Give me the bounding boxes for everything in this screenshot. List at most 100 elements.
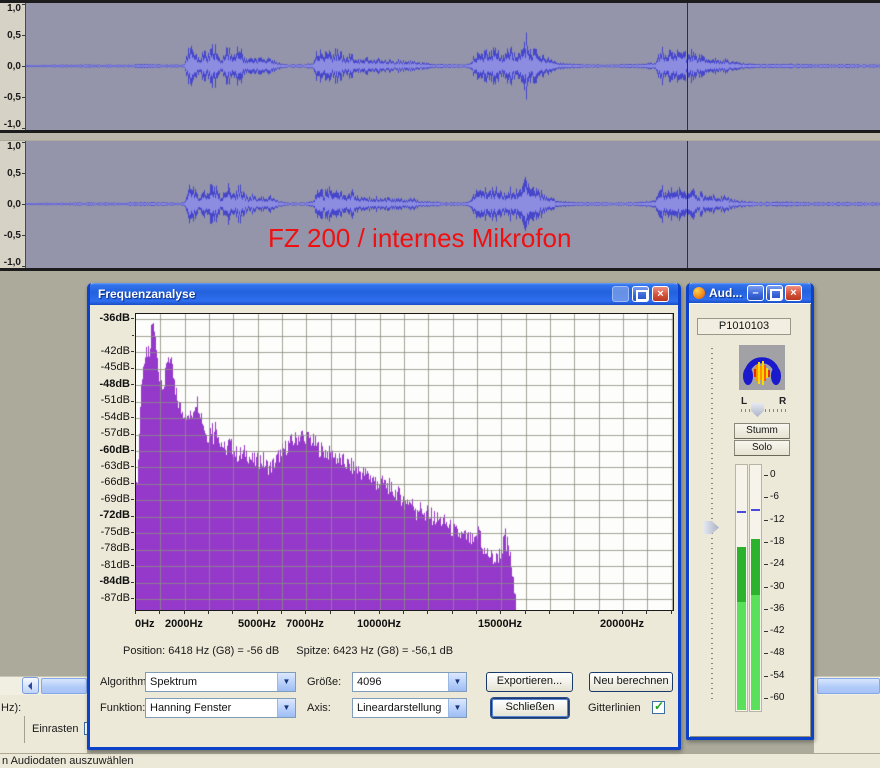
meter-scale-label: -12 (770, 515, 784, 525)
ruler-label: -0,5 (4, 230, 21, 241)
x-axis-label: 0Hz (135, 618, 155, 630)
ruler-tick (22, 66, 25, 67)
chevron-down-icon: ▼ (277, 699, 295, 717)
function-select[interactable]: Hanning Fenster ▼ (145, 698, 296, 718)
mixer-titlebar[interactable]: Aud... – × (689, 283, 811, 303)
meter-peak-hold (737, 511, 746, 513)
pan-slider-thumb[interactable] (751, 403, 764, 417)
ruler-tick (22, 235, 25, 236)
spectrum-x-ticks (135, 610, 672, 615)
scrollbar-thumb-right[interactable] (817, 678, 880, 694)
window-title: Frequenzanalyse (90, 283, 678, 305)
scrollbar-thumb-left[interactable] (41, 678, 87, 694)
chevron-down-icon: ▼ (277, 673, 295, 691)
ruler-tick (22, 97, 25, 98)
ruler-tick (22, 142, 25, 143)
maximize-button[interactable] (632, 286, 649, 302)
gridlines-checkbox[interactable] (652, 701, 665, 714)
x-axis-tick (549, 610, 550, 614)
size-select[interactable]: 4096 ▼ (352, 672, 467, 692)
maximize-icon (770, 289, 782, 300)
close-dialog-button[interactable]: Schließen (491, 698, 569, 718)
axis-select[interactable]: Lineardarstellung ▼ (352, 698, 467, 718)
ruler-label: 0,5 (7, 30, 21, 41)
ruler-label: -1,0 (4, 119, 21, 130)
mixer-maximize-button[interactable] (766, 285, 783, 301)
mixer-board-window: Aud... – × P1010103 (686, 283, 814, 740)
meter-scale-tick (764, 475, 768, 476)
amplitude-ruler-2[interactable]: 1,00,50,0-0,5-1,0 (0, 141, 26, 268)
meter-scale: 0-6-12-18-24-30-36-42-48-54-60 (764, 303, 809, 737)
meter-fill-light (737, 602, 746, 710)
playback-cursor-track2 (687, 141, 688, 268)
recalculate-button[interactable]: Neu berechnen (589, 672, 673, 692)
meter-scale-label: -18 (770, 537, 784, 547)
scroll-left-button[interactable] (22, 677, 39, 694)
close-button[interactable]: × (652, 286, 669, 302)
y-axis-tick (131, 499, 134, 500)
y-axis-tick (131, 351, 134, 352)
meter-scale-tick (764, 676, 768, 677)
export-button[interactable]: Exportieren... (486, 672, 573, 692)
meter-scale-tick (764, 542, 768, 543)
meter-scale-label: -24 (770, 559, 784, 569)
meter-bar-left[interactable] (735, 464, 748, 712)
toolbar-separator (24, 716, 25, 743)
mixer-content: P1010103 L R (689, 303, 811, 737)
meter-scale-label: -48 (770, 648, 784, 658)
peak-text: Spitze: 6423 Hz (G8) = -56,1 dB (282, 645, 453, 657)
meter-scale-label: -36 (770, 604, 784, 614)
x-axis-tick (208, 610, 209, 614)
x-axis-tick (135, 610, 136, 614)
audacity-logo-icon (693, 287, 705, 299)
waveform-area-1[interactable] (26, 3, 880, 130)
meter-bar-right[interactable] (749, 464, 762, 712)
status-bar: n Audiodaten auszuwählen (0, 753, 880, 768)
x-axis-tick (281, 610, 282, 614)
mixer-minimize-button[interactable]: – (747, 285, 764, 301)
function-label: Funktion: (100, 698, 145, 718)
maximize-icon (636, 290, 648, 301)
annotation-label: FZ 200 / internes Mikrofon (268, 224, 571, 252)
x-axis-tick (671, 610, 672, 614)
audacity-app: 1,00,50,0-0,5-1,0 1,00,50,0-0,5-1,0 FZ 2… (0, 0, 880, 768)
x-axis-tick (452, 610, 453, 614)
chevron-down-icon: ▼ (448, 699, 466, 717)
minimize-button[interactable] (612, 286, 629, 302)
meter-scale-tick (764, 587, 768, 588)
ruler-label: 1,0 (7, 3, 21, 14)
ruler-label: 0,5 (7, 168, 21, 179)
y-axis-label: -42dB (101, 346, 130, 357)
meter-scale-label: -54 (770, 671, 784, 681)
snap-to-label: Einrasten (32, 719, 78, 739)
spectrum-plot[interactable] (135, 313, 674, 611)
ruler-tick (22, 266, 25, 267)
x-axis-tick (573, 610, 574, 614)
waveform-canvas-1[interactable] (26, 3, 880, 130)
x-axis-tick (646, 610, 647, 614)
mixer-close-button[interactable]: × (785, 285, 802, 301)
meter-scale-label: -42 (770, 626, 784, 636)
meter-scale-tick (764, 631, 768, 632)
x-axis-label: 20000Hz (600, 618, 644, 630)
size-label: Größe: (307, 672, 341, 692)
y-axis-tick (131, 318, 134, 319)
y-axis-label: -36dB (99, 313, 130, 324)
x-axis-tick (354, 610, 355, 614)
y-axis-label: -63dB (101, 461, 130, 472)
ruler-label: -1,0 (4, 257, 21, 268)
algorithm-select[interactable]: Spektrum ▼ (145, 672, 296, 692)
frequency-analysis-titlebar[interactable]: Frequenzanalyse × (90, 283, 678, 305)
x-axis-tick (525, 610, 526, 614)
amplitude-ruler-1[interactable]: 1,00,50,0-0,5-1,0 (0, 3, 26, 130)
ruler-tick (22, 204, 25, 205)
spectrum-canvas[interactable] (136, 314, 673, 610)
meter-scale-tick (764, 564, 768, 565)
y-axis-tick (131, 417, 134, 418)
x-axis-label: 5000Hz (238, 618, 276, 630)
meter-peak-hold (751, 509, 760, 511)
y-axis-tick (131, 582, 134, 583)
gain-slider-thumb[interactable] (703, 521, 719, 534)
algorithm-value: Spektrum (150, 676, 197, 688)
meter-scale-tick (764, 520, 768, 521)
